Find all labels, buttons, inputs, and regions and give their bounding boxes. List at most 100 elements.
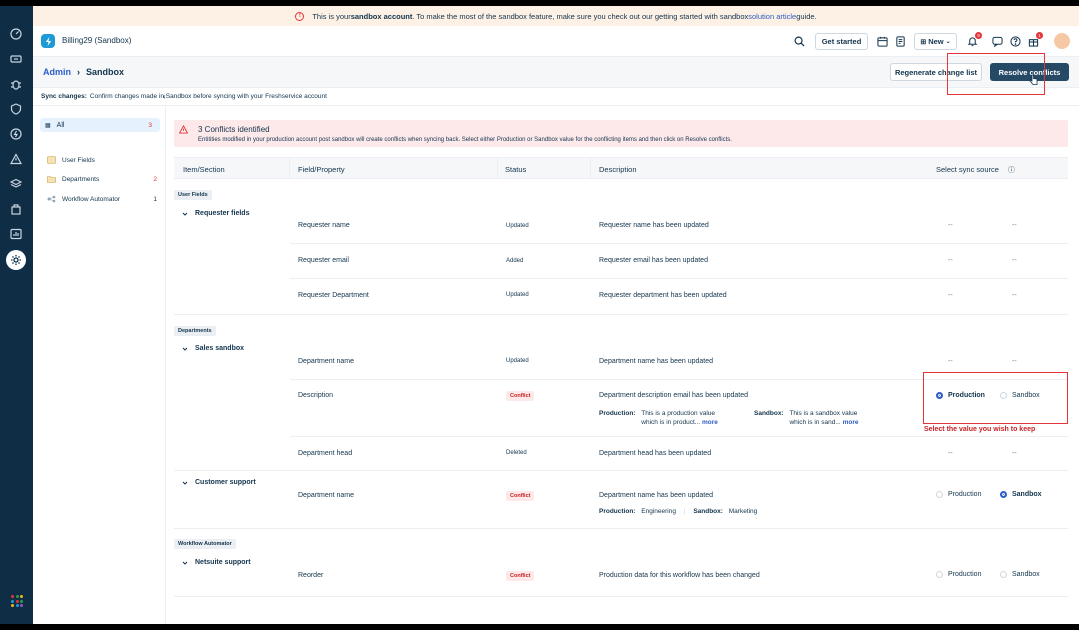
row-description: Requester email has been updated	[599, 257, 708, 264]
breadcrumb: Admin › Sandbox	[43, 67, 124, 77]
admin-gear-icon[interactable]	[6, 250, 26, 270]
sandbox-detail-value: Marketing	[728, 508, 758, 515]
status-badge: Added	[506, 258, 524, 264]
sync-source-highlight-box	[923, 372, 1068, 424]
radio-label: Production	[948, 491, 982, 498]
section-divider	[174, 596, 1068, 597]
bug-icon[interactable]	[9, 77, 23, 91]
shield-icon[interactable]	[9, 102, 23, 116]
dashboard-icon[interactable]	[9, 27, 23, 41]
left-navigation	[0, 6, 33, 624]
status-badge: Updated	[506, 223, 529, 229]
status-badge-conflict: Conflict	[506, 391, 535, 401]
hand-cursor-icon	[1029, 74, 1038, 85]
alert-icon[interactable]	[9, 152, 23, 166]
column-header-status: Status	[505, 165, 527, 174]
production-detail-line2: which is in product...	[641, 419, 701, 426]
user-avatar[interactable]	[1054, 33, 1070, 49]
sidebar-item-all[interactable]: ▦ All 3	[40, 118, 160, 132]
user-fields-icon	[47, 156, 56, 164]
row-description: Department description email has been up…	[599, 392, 749, 399]
status-badge-conflict: Conflict	[506, 571, 535, 581]
info-icon[interactable]: ⓘ	[1008, 165, 1015, 175]
help-icon[interactable]	[1009, 35, 1021, 47]
group-label: Requester fields	[195, 210, 250, 217]
freshservice-logo-icon	[41, 34, 55, 48]
layers-icon[interactable]	[9, 177, 23, 191]
sidebar-item-label: Workflow Automator	[62, 195, 121, 203]
group-label: Customer support	[195, 479, 256, 486]
search-icon[interactable]	[793, 35, 805, 47]
solution-article-link[interactable]: solution article	[748, 12, 796, 21]
get-started-button[interactable]: Get started	[815, 33, 868, 50]
production-detail-label: Production:	[599, 410, 636, 417]
tickets-icon[interactable]	[9, 52, 23, 66]
gift-icon[interactable]: 1	[1027, 32, 1043, 47]
production-empty: --	[948, 450, 953, 457]
column-divider	[497, 158, 498, 178]
section-divider	[174, 528, 1068, 529]
sidebar-item-count: 2	[153, 175, 157, 183]
column-header-field-property: Field/Property	[298, 165, 345, 174]
notifications-bell-icon[interactable]: 9	[966, 32, 982, 47]
sidebar-item-departments[interactable]: Departments 2	[47, 173, 157, 185]
sidebar-item-count: 1	[153, 195, 157, 203]
production-detail-label: Production:	[599, 508, 636, 515]
radio-dot	[1000, 571, 1007, 578]
sidebar-item-label: User Fields	[62, 156, 95, 164]
status-badge: Updated	[506, 292, 529, 298]
radio-label: Production	[948, 571, 982, 578]
production-detail-line1: This is a production value	[641, 410, 715, 417]
sidebar-item-workflow-automator[interactable]: Workflow Automator 1	[47, 193, 157, 205]
production-more-link[interactable]: more	[702, 419, 718, 426]
chat-icon[interactable]	[991, 35, 1003, 47]
sandbox-radio-selected[interactable]: Sandbox	[1000, 491, 1042, 498]
production-empty: --	[948, 358, 953, 365]
breadcrumb-admin-link[interactable]: Admin	[43, 67, 71, 77]
grid-icon: ▦	[45, 122, 51, 129]
sandbox-more-link[interactable]: more	[843, 419, 859, 426]
production-radio[interactable]: Production	[936, 491, 981, 498]
sandbox-detail-label: Sandbox:	[693, 508, 723, 515]
status-badge: Updated	[506, 358, 529, 364]
new-dropdown-button[interactable]: ⊞ New ⌄	[914, 33, 957, 50]
field-name: Requester name	[298, 222, 350, 229]
radio-label: Sandbox	[1012, 571, 1040, 578]
sandbox-value-detail: Sandbox: This is a sandbox value which i…	[754, 409, 858, 427]
table-header: Item/Section Field/Property Status Descr…	[174, 157, 1068, 179]
group-requester-fields[interactable]: Requester fields	[182, 210, 249, 217]
notice-text-bold: sandbox account	[350, 11, 413, 21]
notes-icon[interactable]	[894, 35, 906, 47]
bolt-icon[interactable]	[9, 127, 23, 141]
assets-icon[interactable]	[9, 202, 23, 216]
alert-title: 3 Conflicts identified	[198, 125, 270, 134]
sandbox-radio[interactable]: Sandbox	[1000, 571, 1040, 578]
conflict-filter-sidebar: ▦ All 3 User Fields Departments 2 Workfl…	[33, 106, 166, 624]
breadcrumb-separator-icon: ›	[77, 67, 80, 77]
field-name: Department name	[298, 358, 355, 365]
sync-changes-info: Sync changes: Confirm changes made in Sa…	[33, 88, 1079, 106]
new-label: New	[928, 37, 944, 46]
row-description: Department name has been updated	[599, 358, 714, 365]
page-header: Admin › Sandbox Regenerate change list R…	[33, 57, 1079, 88]
notice-text-post: guide.	[796, 11, 817, 21]
sandbox-detail-line2: which is in sand...	[789, 419, 841, 426]
warning-triangle-icon	[179, 125, 188, 134]
group-sales-sandbox[interactable]: Sales sandbox	[182, 345, 244, 352]
apps-grid-icon[interactable]	[11, 595, 23, 607]
sandbox-empty: --	[1012, 257, 1017, 264]
group-label: Sales sandbox	[195, 345, 245, 352]
sidebar-item-user-fields[interactable]: User Fields	[47, 154, 157, 166]
production-value-detail: Production: This is a production value w…	[599, 409, 718, 427]
field-name: Description	[298, 392, 334, 399]
group-customer-support[interactable]: Customer support	[182, 479, 256, 486]
group-label: Netsuite support	[195, 559, 251, 566]
collapse-sidebar-icon[interactable]: ‹	[163, 92, 166, 101]
reports-icon[interactable]	[9, 227, 23, 241]
status-badge: Deleted	[506, 450, 527, 456]
group-netsuite-support[interactable]: Netsuite support	[182, 559, 251, 566]
column-divider	[289, 158, 290, 178]
calendar-icon[interactable]	[876, 35, 888, 47]
workflow-icon	[47, 195, 56, 203]
production-radio[interactable]: Production	[936, 571, 981, 578]
